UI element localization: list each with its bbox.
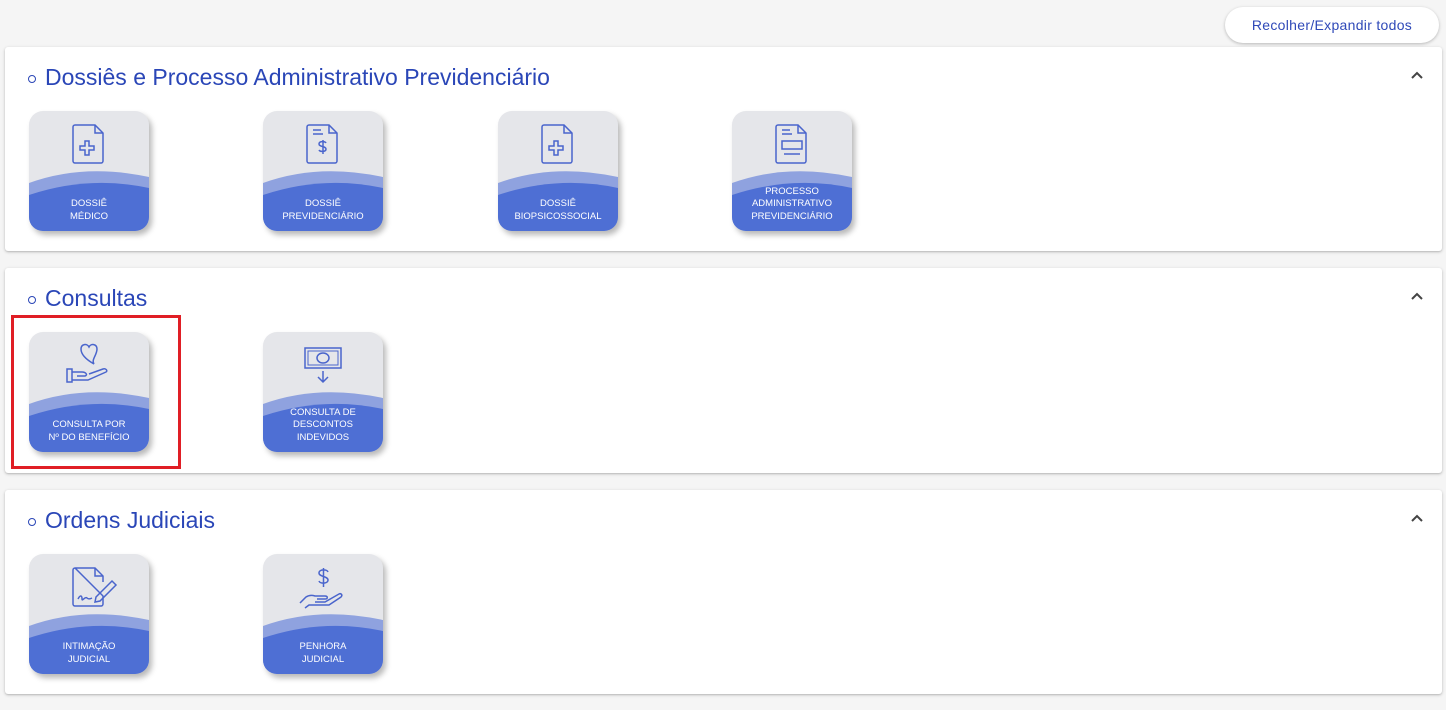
tile-dossie-previdenciario[interactable]: DOSSIÊ PREVIDENCIÁRIO <box>263 111 383 231</box>
section-ordens-judiciais: Ordens Judiciais INTIMAÇÃO JUDICIAL PENH… <box>5 490 1442 694</box>
tile-consulta-beneficio[interactable]: CONSULTA POR Nº DO BENEFÍCIO <box>29 332 149 452</box>
tile-processo-administrativo[interactable]: PROCESSO ADMINISTRATIVO PREVIDENCIÁRIO <box>732 111 852 231</box>
bullet-icon <box>28 74 36 83</box>
tile-label: DOSSIÊ PREVIDENCIÁRIO <box>282 198 364 222</box>
tile-label: PENHORA JUDICIAL <box>299 641 347 665</box>
section-title: Dossiês e Processo Administrativo Previd… <box>28 64 550 91</box>
tile-label: PROCESSO ADMINISTRATIVO PREVIDENCIÁRIO <box>751 185 833 222</box>
section-title: Consultas <box>28 285 147 312</box>
tile-label: DOSSIÊ BIOPSICOSSOCIAL <box>514 198 602 222</box>
chevron-up-icon[interactable] <box>1408 67 1426 85</box>
tile-dossie-biopsicossocial[interactable]: DOSSIÊ BIOPSICOSSOCIAL <box>498 111 618 231</box>
section-consultas: Consultas CONSULTA POR Nº DO BENEFÍCIO C… <box>5 268 1442 473</box>
bullet-icon <box>28 295 36 304</box>
collapse-expand-all-button[interactable]: Recolher/Expandir todos <box>1225 7 1439 43</box>
tile-consulta-descontos[interactable]: CONSULTA DE DESCONTOS INDEVIDOS <box>263 332 383 452</box>
bullet-icon <box>28 517 36 526</box>
tile-dossie-medico[interactable]: DOSSIÊ MÉDICO <box>29 111 149 231</box>
tile-label: INTIMAÇÃO JUDICIAL <box>62 641 116 665</box>
tile-label: CONSULTA POR Nº DO BENEFÍCIO <box>48 419 130 443</box>
section-title: Ordens Judiciais <box>28 507 215 534</box>
section-dossies: Dossiês e Processo Administrativo Previd… <box>5 47 1442 251</box>
tile-intimacao-judicial[interactable]: INTIMAÇÃO JUDICIAL <box>29 554 149 674</box>
chevron-up-icon[interactable] <box>1408 288 1426 306</box>
chevron-up-icon[interactable] <box>1408 510 1426 528</box>
tile-label: CONSULTA DE DESCONTOS INDEVIDOS <box>290 406 356 443</box>
tile-penhora-judicial[interactable]: PENHORA JUDICIAL <box>263 554 383 674</box>
tile-label: DOSSIÊ MÉDICO <box>70 198 108 222</box>
